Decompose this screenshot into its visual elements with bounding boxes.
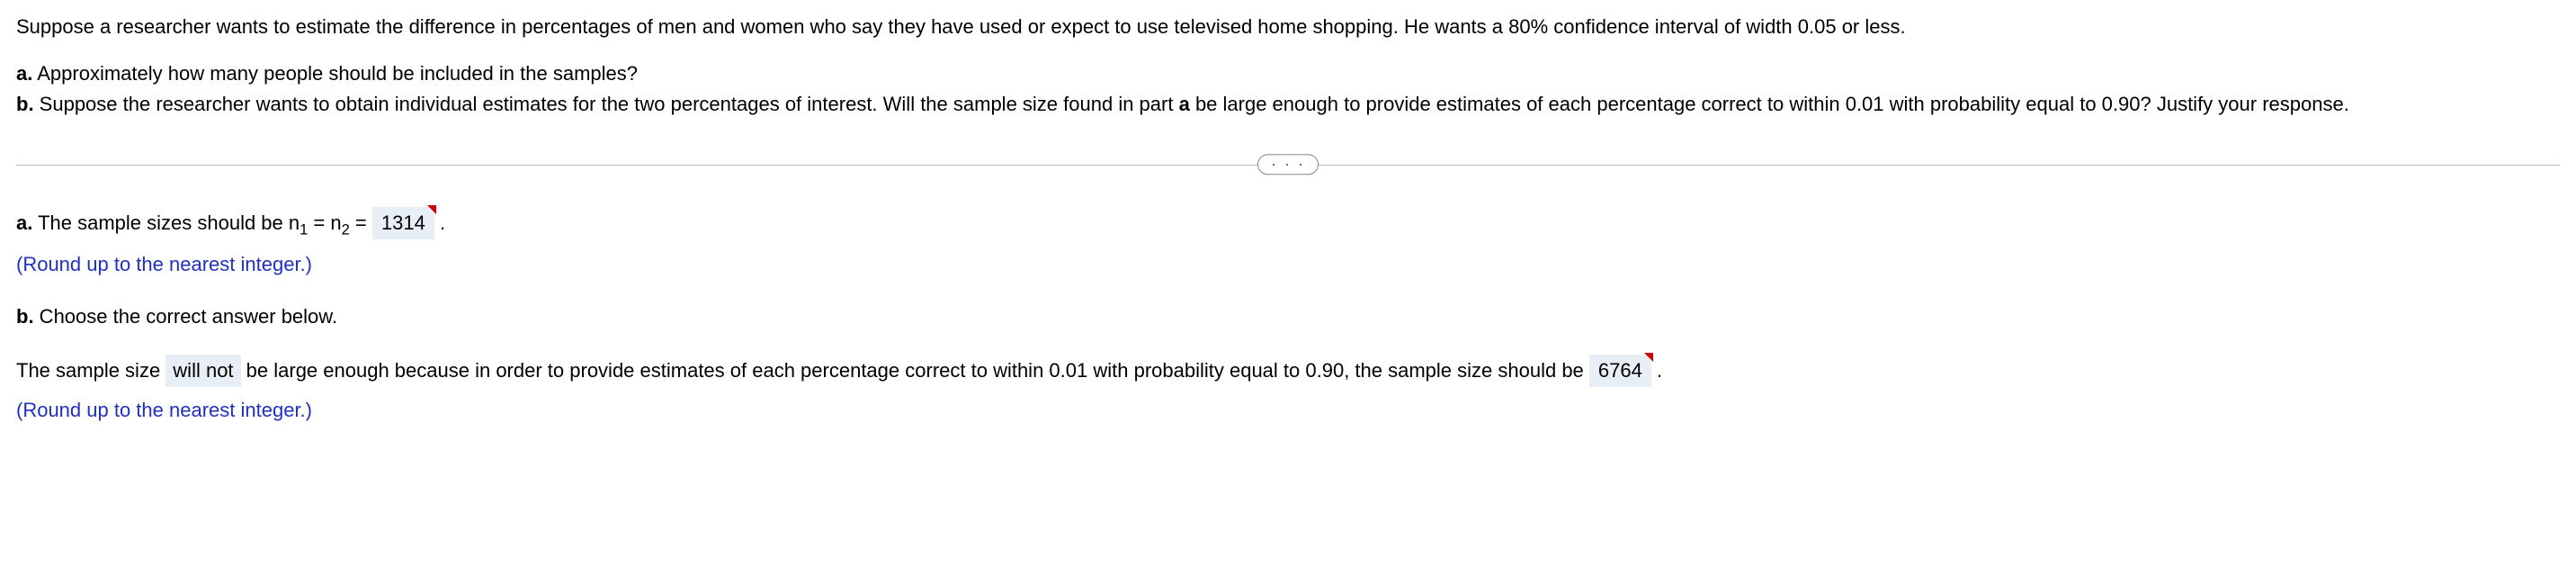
part-a-text: Approximately how many people should be … (32, 62, 638, 85)
part-b-label: b. (16, 93, 34, 115)
question-intro: Suppose a researcher wants to estimate t… (16, 13, 2560, 41)
answer-a-line: a. The sample sizes should be n1 = n2 = … (16, 207, 2560, 241)
question-parts: a. Approximately how many people should … (16, 59, 2560, 119)
answer-b-label-text: Choose the correct answer below. (34, 305, 338, 328)
answer-a-after: . (434, 212, 445, 234)
answer-b-mid: be large enough because in order to prov… (241, 359, 1589, 382)
part-b-text1: Suppose the researcher wants to obtain i… (34, 93, 1179, 115)
answer-a-before: The sample sizes should be n (32, 212, 300, 234)
answer-a-label: a. (16, 212, 32, 234)
answer-b-before: The sample size (16, 359, 165, 382)
sub2: 2 (342, 221, 350, 238)
answer-b-after: . (1651, 359, 1662, 382)
part-b: b. Suppose the researcher wants to obtai… (16, 90, 2560, 119)
part-a-label: a. (16, 62, 32, 85)
part-a: a. Approximately how many people should … (16, 59, 2560, 88)
answer-b-label-line: b. Choose the correct answer below. (16, 302, 2560, 331)
hint-b: (Round up to the nearest integer.) (16, 396, 2560, 425)
answer-a-input[interactable]: 1314 (372, 207, 434, 239)
answer-section: a. The sample sizes should be n1 = n2 = … (16, 207, 2560, 425)
eq2: = (350, 212, 372, 234)
eq1: = n (308, 212, 341, 234)
intro-text: Suppose a researcher wants to estimate t… (16, 15, 1906, 38)
answer-b-input[interactable]: 6764 (1589, 355, 1651, 387)
part-b-bold: a (1179, 93, 1190, 115)
ellipsis-icon: · · · (1271, 155, 1305, 173)
separator: · · · (16, 151, 2560, 178)
hint-a: (Round up to the nearest integer.) (16, 250, 2560, 279)
part-b-text2: be large enough to provide estimates of … (1190, 93, 2349, 115)
answer-b-line: The sample size will not be large enough… (16, 355, 2560, 387)
expand-button[interactable]: · · · (1257, 154, 1319, 176)
answer-b-select[interactable]: will not (165, 355, 240, 387)
sub1: 1 (300, 221, 308, 238)
answer-b-label: b. (16, 305, 34, 328)
